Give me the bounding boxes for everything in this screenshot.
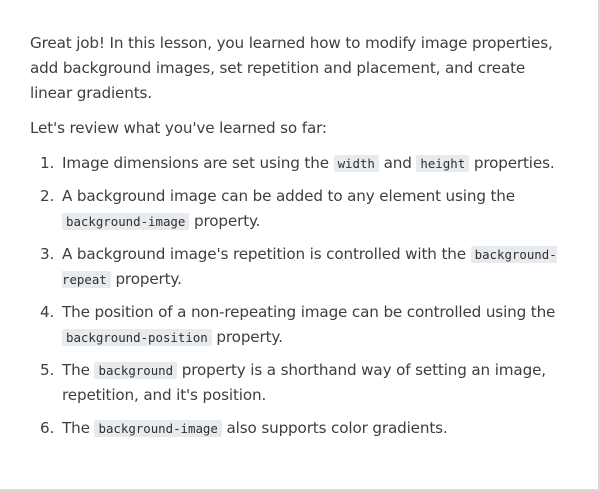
item-text: Image dimensions are set using the: [62, 154, 334, 172]
item-text: A background image can be added to any e…: [62, 187, 515, 205]
item-text: property.: [110, 270, 182, 288]
review-item-5: 5. The background property is a shorthand…: [30, 358, 570, 408]
list-number: 3.: [40, 245, 55, 263]
item-text: The: [62, 361, 95, 379]
item-text: property.: [211, 328, 283, 346]
code-background-image: background-image: [62, 213, 190, 230]
summary-intro: Great job! In this lesson, you learned h…: [30, 34, 553, 102]
list-number: 6.: [40, 419, 55, 437]
list-number: 4.: [40, 303, 55, 321]
item-text: The position of a non-repeating image ca…: [62, 303, 556, 321]
lesson-summary-content: Great job! In this lesson, you learned h…: [30, 31, 570, 449]
review-item-2: 2. A background image can be added to any…: [30, 184, 570, 234]
code-width: width: [333, 155, 379, 172]
review-list: 1. Image dimensions are set using the wid…: [30, 151, 570, 441]
item-text: properties.: [469, 154, 555, 172]
list-number: 2.: [40, 187, 55, 205]
code-background-position: background-position: [62, 329, 212, 346]
list-number: 5.: [40, 361, 55, 379]
review-item-1: 1. Image dimensions are set using the wid…: [30, 151, 570, 176]
item-text: also supports color gradients.: [221, 419, 448, 437]
lesson-summary-panel: Great job! In this lesson, you learned h…: [0, 0, 600, 491]
item-text: The: [62, 419, 95, 437]
item-text: A background image's repetition is contr…: [62, 245, 471, 263]
review-item-6: 6. The background-image also supports col…: [30, 416, 570, 441]
code-background-image: background-image: [94, 420, 222, 437]
review-item-3: 3. A background image's repetition is con…: [30, 242, 570, 292]
review-heading: Let's review what you've learned so far:: [30, 119, 327, 137]
code-height: height: [416, 155, 470, 172]
code-background: background: [94, 362, 178, 379]
item-text: and: [378, 154, 417, 172]
item-text: property.: [189, 212, 261, 230]
list-number: 1.: [40, 154, 55, 172]
review-item-4: 4. The position of a non-repeating image …: [30, 300, 570, 350]
